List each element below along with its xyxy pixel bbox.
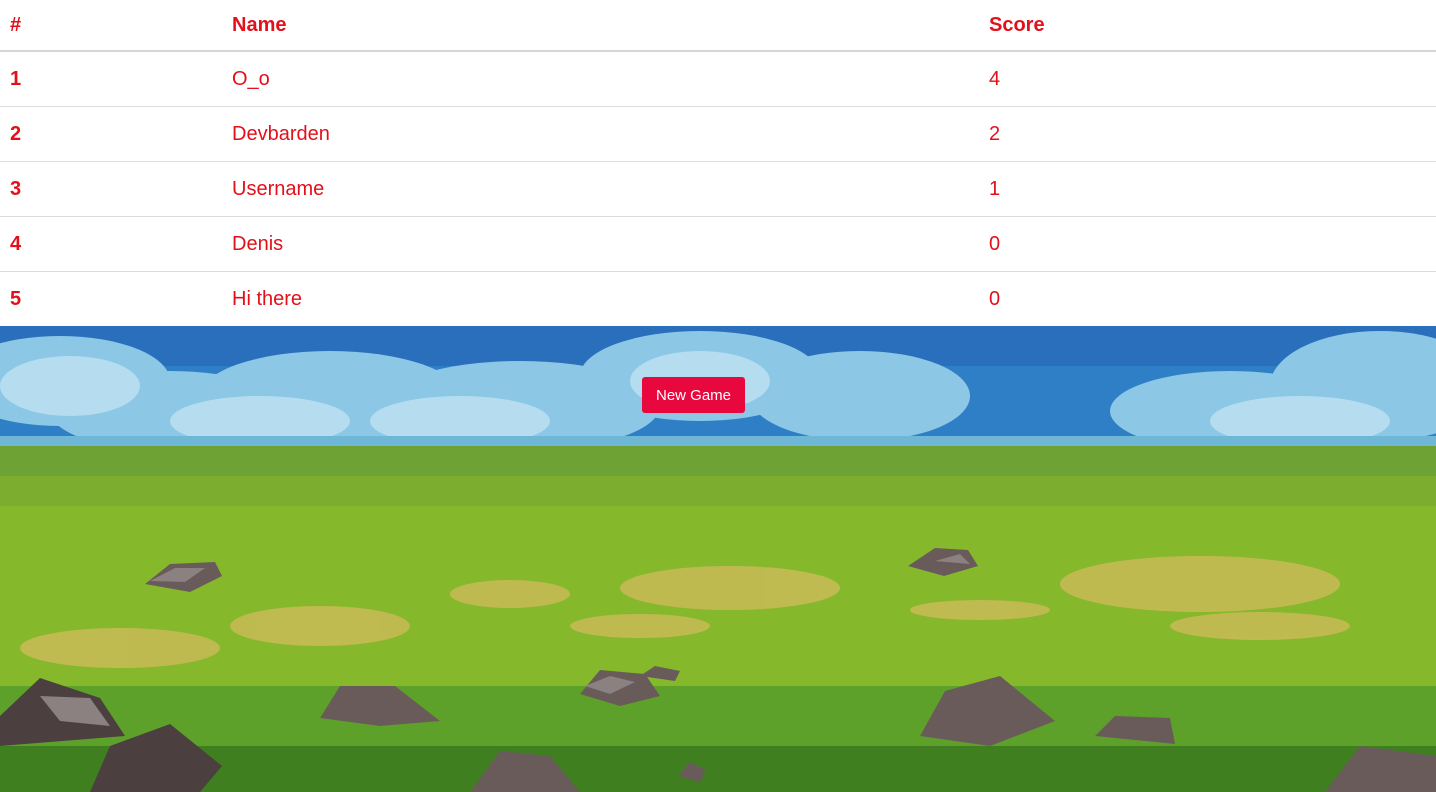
player-name-cell: Denis (222, 216, 979, 272)
score-cell: 4 (979, 51, 1436, 107)
player-name-cell: O_o (222, 51, 979, 107)
name-column-header: Name (222, 0, 979, 52)
score-cell: 2 (979, 106, 1436, 162)
score-column-header: Score (979, 0, 1436, 52)
rank-cell: 3 (0, 161, 222, 217)
player-name-cell: Username (222, 161, 979, 217)
table-row: 3 Username 1 (0, 161, 1436, 217)
leaderboard-table: # Name Score 1 O_o 4 2 Devbarden 2 3 Use… (0, 0, 1436, 327)
score-cell: 0 (979, 216, 1436, 272)
new-game-button[interactable]: New Game (642, 377, 745, 413)
rank-cell: 2 (0, 106, 222, 162)
rank-cell: 5 (0, 271, 222, 327)
score-cell: 1 (979, 161, 1436, 217)
player-name-cell: Devbarden (222, 106, 979, 162)
player-name-cell: Hi there (222, 271, 979, 327)
leaderboard-header: # Name Score (0, 0, 1436, 52)
rank-column-header: # (0, 0, 222, 52)
leaderboard-body: 1 O_o 4 2 Devbarden 2 3 Username 1 4 Den… (0, 51, 1436, 327)
table-row: 1 O_o 4 (0, 51, 1436, 107)
score-cell: 0 (979, 271, 1436, 327)
table-row: 5 Hi there 0 (0, 271, 1436, 327)
rank-cell: 1 (0, 51, 222, 107)
table-row: 2 Devbarden 2 (0, 106, 1436, 162)
header-row: # Name Score (0, 0, 1436, 52)
rank-cell: 4 (0, 216, 222, 272)
table-row: 4 Denis 0 (0, 216, 1436, 272)
